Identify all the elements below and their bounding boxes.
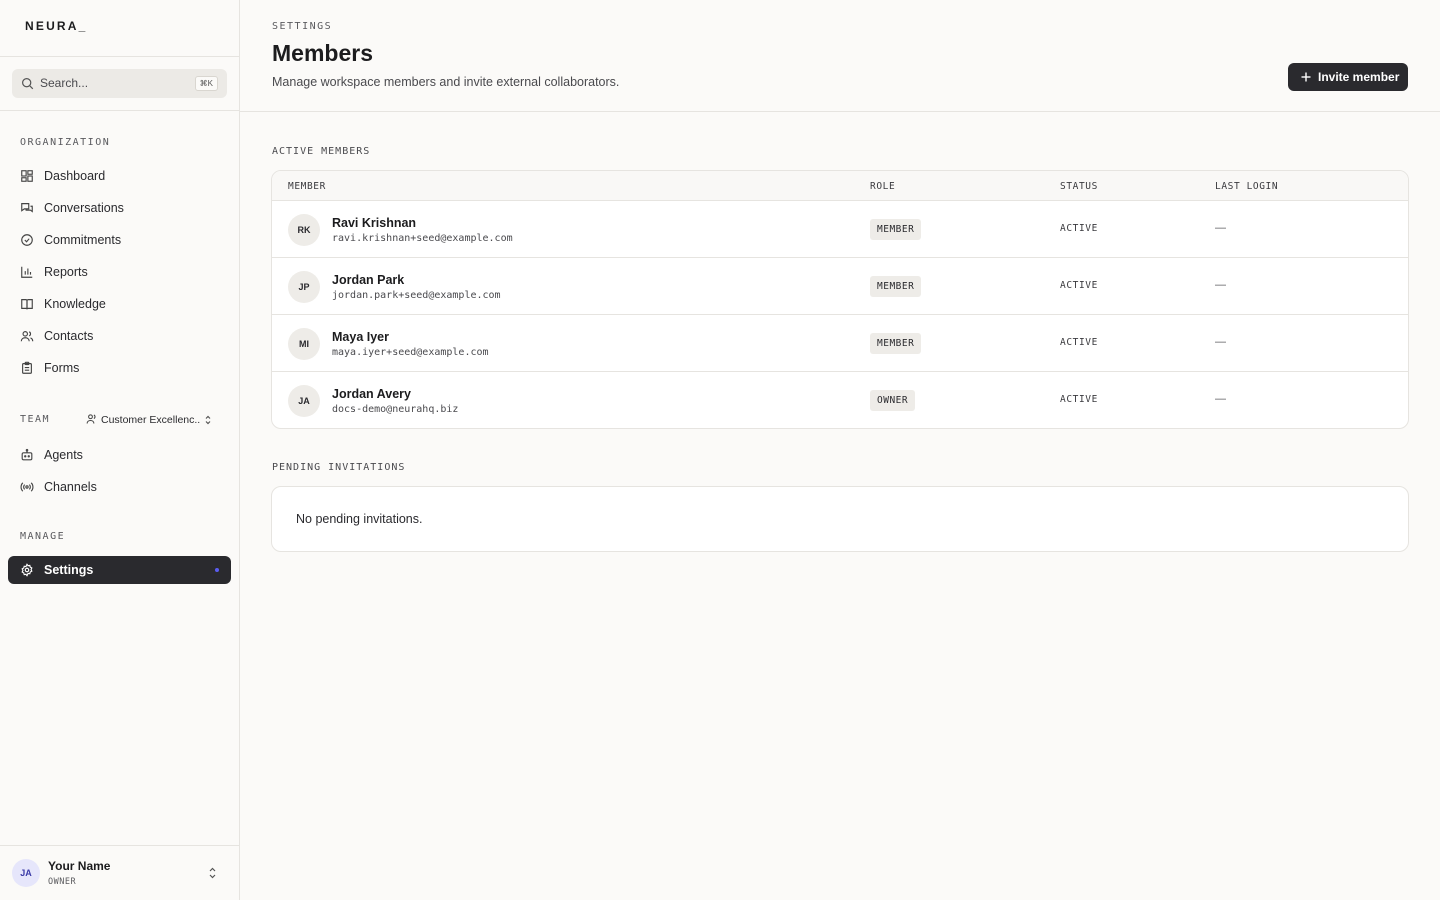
status-text: ACTIVE [1060,280,1098,291]
user-icon [86,414,96,424]
book-icon [21,299,33,310]
table-row[interactable]: MI Maya Iyer maya.iyer+seed@example.com … [272,315,1408,372]
avatar[interactable]: JA [12,859,40,887]
sidebar-item-agents[interactable]: Agents [8,441,231,469]
role-badge: MEMBER [870,276,922,297]
search-shortcut-badge: ⌘K [194,76,218,91]
app-logo[interactable]: NEURA_ [25,19,88,33]
sidebar-item-label: Contacts [44,329,94,343]
breadcrumb: SETTINGS [272,21,333,32]
chevron-up-down-icon[interactable] [208,866,217,880]
avatar: JA [288,385,320,417]
sidebar-item-label: Knowledge [44,297,106,311]
bar-chart-icon [21,266,33,278]
member-email: jordan.park+seed@example.com [332,290,501,301]
clipboard-icon [22,361,32,374]
sidebar-item-label: Settings [44,563,94,577]
section-label-organization: ORGANIZATION [20,137,111,148]
section-label-manage: MANAGE [20,531,66,542]
page-title: Members [272,40,373,66]
column-header-status[interactable]: STATUS [1060,181,1098,192]
role-badge: OWNER [870,390,916,411]
divider [0,845,239,846]
member-name: Maya Iyer [332,330,389,344]
status-text: ACTIVE [1060,394,1098,405]
check-circle-icon [21,234,33,246]
sidebar: NEURA_ Search... ⌘K ORGANIZATION Dashboa… [0,0,240,900]
sidebar-item-forms[interactable]: Forms [8,354,231,382]
members-table: MEMBER ROLE STATUS LAST LOGIN RK Ravi Kr… [271,170,1409,429]
sidebar-item-label: Conversations [44,201,124,215]
sidebar-item-conversations[interactable]: Conversations [8,194,231,222]
users-icon [20,331,34,342]
pending-invitations-panel: No pending invitations. [271,486,1409,552]
team-selector[interactable]: Customer Excellenc... [86,412,216,428]
member-name: Jordan Avery [332,387,411,401]
status-text: ACTIVE [1060,223,1098,234]
user-role: OWNER [48,877,77,887]
plus-icon [1301,72,1311,82]
last-login: — [1215,279,1226,291]
table-row[interactable]: JP Jordan Park jordan.park+seed@example.… [272,258,1408,315]
member-name: Ravi Krishnan [332,216,417,230]
empty-state-text: No pending invitations. [296,512,423,526]
last-login: — [1215,393,1226,405]
sidebar-item-dashboard[interactable]: Dashboard [8,162,231,190]
bot-icon [21,448,33,461]
section-label-active-members: ACTIVE MEMBERS [272,146,371,157]
active-indicator-dot [215,568,219,572]
dashboard-icon [21,170,33,182]
avatar: MI [288,328,320,360]
avatar: RK [288,214,320,246]
search-placeholder: Search... [40,76,89,90]
table-header: MEMBER ROLE STATUS LAST LOGIN [272,171,1408,201]
section-label-pending-invitations: PENDING INVITATIONS [272,462,406,473]
chat-icon [21,203,33,213]
gear-icon [21,563,33,577]
column-header-last-login[interactable]: LAST LOGIN [1215,181,1278,192]
divider [0,110,239,111]
member-email: docs-demo@neurahq.biz [332,404,459,415]
divider [0,56,239,57]
member-email: ravi.krishnan+seed@example.com [332,233,513,244]
table-row[interactable]: RK Ravi Krishnan ravi.krishnan+seed@exam… [272,201,1408,258]
sidebar-item-commitments[interactable]: Commitments [8,226,231,254]
sidebar-item-channels[interactable]: Channels [8,473,231,501]
section-label-team: TEAM [20,414,51,425]
status-text: ACTIVE [1060,337,1098,348]
role-badge: MEMBER [870,333,922,354]
sidebar-item-contacts[interactable]: Contacts [8,322,231,350]
broadcast-icon [20,482,34,492]
page-description: Manage workspace members and invite exte… [272,75,620,89]
search-input[interactable]: Search... ⌘K [12,69,227,98]
user-name[interactable]: Your Name [48,859,110,873]
sidebar-item-reports[interactable]: Reports [8,258,231,286]
sidebar-item-settings[interactable]: Settings [8,556,231,584]
column-header-member[interactable]: MEMBER [288,181,326,192]
sidebar-item-knowledge[interactable]: Knowledge [8,290,231,318]
member-email: maya.iyer+seed@example.com [332,347,489,358]
sidebar-item-label: Channels [44,480,97,494]
member-name: Jordan Park [332,273,405,287]
sidebar-item-label: Forms [44,361,80,375]
sidebar-item-label: Agents [44,448,83,462]
sidebar-item-label: Reports [44,265,88,279]
last-login: — [1215,336,1226,348]
team-selector-label: Customer Excellenc... [101,414,201,426]
column-header-role[interactable]: ROLE [870,181,895,192]
divider [240,111,1440,112]
role-badge: MEMBER [870,219,922,240]
sidebar-item-label: Commitments [44,233,122,247]
sidebar-item-label: Dashboard [44,169,106,183]
search-icon [22,78,34,90]
table-row[interactable]: JA Jordan Avery docs-demo@neurahq.biz OW… [272,372,1408,428]
invite-member-button[interactable]: Invite member [1288,63,1408,91]
avatar: JP [288,271,320,303]
last-login: — [1215,222,1226,234]
invite-member-label: Invite member [1318,70,1400,84]
chevron-up-down-icon [205,415,211,425]
